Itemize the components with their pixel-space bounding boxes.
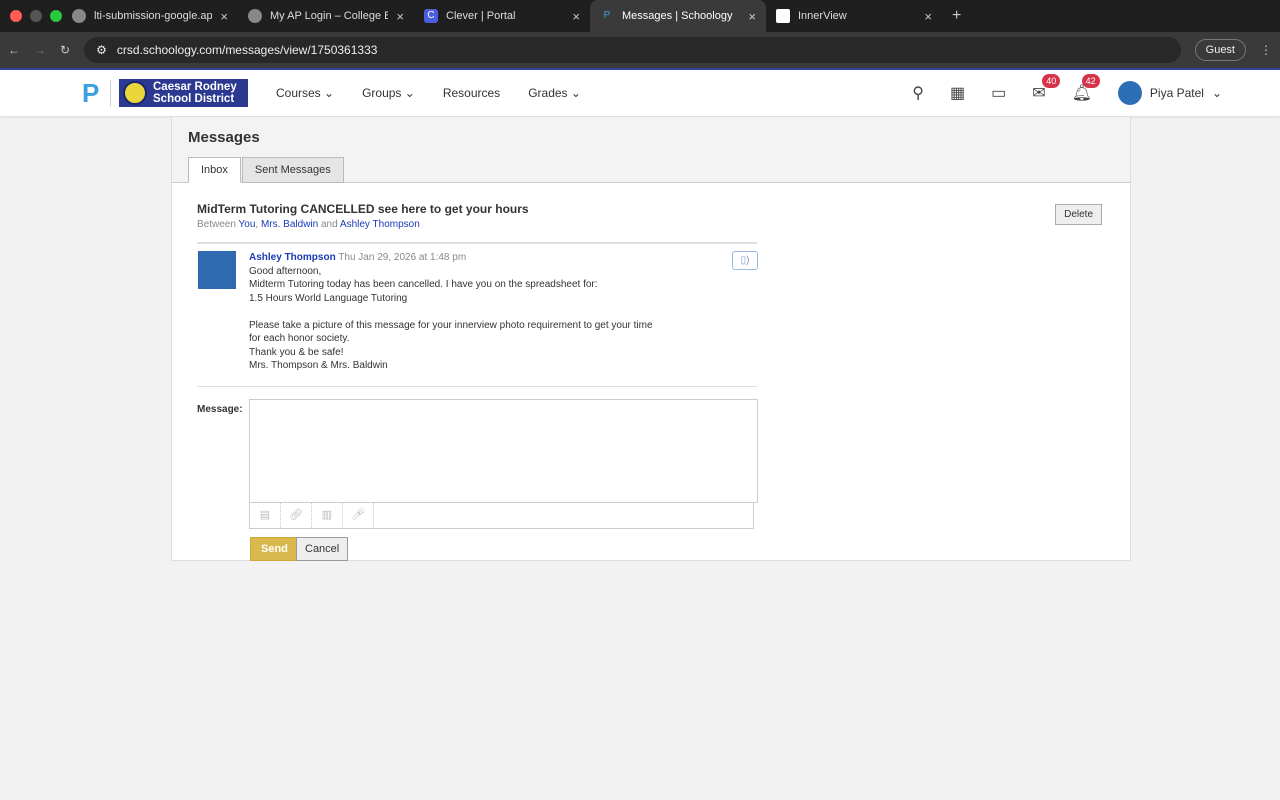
- message-body: Good afternoon, Midterm Tutoring today ha…: [249, 265, 653, 373]
- message-line: [249, 305, 653, 319]
- message-line: Thank you & be safe!: [249, 346, 344, 358]
- close-tab-icon[interactable]: ×: [748, 9, 756, 24]
- link-icon[interactable]: 🔗︎: [281, 503, 312, 528]
- forward-icon[interactable]: →: [34, 43, 46, 57]
- schoology-logo[interactable]: P: [82, 78, 104, 109]
- innerview-icon: [776, 9, 790, 23]
- top-nav: P Caesar Rodney School District Courses ⌄…: [0, 70, 1280, 116]
- divider: [110, 80, 111, 106]
- site-settings-icon[interactable]: ⚙: [96, 43, 107, 57]
- microphone-icon[interactable]: 🎤︎: [343, 503, 374, 528]
- browser-tab-bar: lti-submission-google.app.sc× My AP Logi…: [0, 0, 1280, 32]
- tab-inbox[interactable]: Inbox: [188, 157, 241, 183]
- page-title: Messages: [188, 129, 260, 146]
- back-icon[interactable]: ←: [8, 43, 20, 57]
- reload-icon[interactable]: ↻: [60, 43, 70, 57]
- new-tab-button[interactable]: +: [942, 7, 971, 25]
- sender-avatar[interactable]: [198, 251, 236, 289]
- cancel-button[interactable]: Cancel: [296, 537, 349, 561]
- message-line: Midterm Tutoring today has been cancelle…: [249, 279, 598, 290]
- message-line: Please take a picture of this message fo…: [249, 319, 653, 331]
- user-menu[interactable]: Piya Patel ⌄: [1117, 81, 1222, 105]
- nav-groups[interactable]: Groups ⌄: [362, 86, 415, 100]
- message-line: for each honor society.: [249, 333, 350, 344]
- participants: Between You, Mrs. Baldwin and Ashley Tho…: [197, 219, 420, 230]
- search-icon[interactable]: ⚲: [912, 83, 924, 103]
- messages-panel: Messages Inbox Sent Messages MidTerm Tut…: [171, 116, 1131, 561]
- profile-button[interactable]: Guest: [1194, 39, 1246, 61]
- participant-link[interactable]: Ashley Thompson: [340, 219, 420, 230]
- bell-icon[interactable]: 🔔︎ 42: [1072, 74, 1100, 103]
- district-seal-icon: [123, 81, 147, 105]
- apps-icon[interactable]: ▦: [950, 83, 965, 103]
- mail-badge: 40: [1042, 74, 1061, 88]
- globe-icon: [72, 9, 86, 23]
- globe-icon: [248, 9, 262, 23]
- participant-link[interactable]: Mrs. Baldwin: [261, 219, 318, 230]
- browser-tab-active[interactable]: P Messages | Schoology ×: [590, 0, 766, 32]
- editor-toolbar: ▤ 🔗︎ ▥ 🎤︎: [249, 502, 754, 529]
- immersive-reader-icon[interactable]: ▯): [732, 251, 758, 270]
- divider: [197, 242, 757, 244]
- message-post: Ashley Thompson Thu Jan 29, 2026 at 1:48…: [249, 252, 653, 373]
- nav-resources[interactable]: Resources: [443, 86, 500, 100]
- clever-icon: C: [424, 9, 438, 23]
- tab-sent-messages[interactable]: Sent Messages: [241, 157, 344, 183]
- nav-grades[interactable]: Grades ⌄: [528, 86, 581, 100]
- menu-icon[interactable]: ⋮: [1260, 43, 1272, 57]
- attach-file-icon[interactable]: ▤: [250, 503, 281, 528]
- sender-link[interactable]: Ashley Thompson: [249, 252, 336, 263]
- nav-courses[interactable]: Courses ⌄: [276, 86, 334, 100]
- notification-badge: 42: [1081, 74, 1100, 88]
- message-line: Good afternoon,: [249, 265, 322, 277]
- participant-link[interactable]: You: [239, 219, 256, 230]
- browser-tab[interactable]: C Clever | Portal ×: [414, 0, 590, 32]
- window-controls[interactable]: [0, 10, 62, 22]
- address-bar-row: ← → ↻ ⚙ crsd.schoology.com/messages/view/17…: [0, 32, 1280, 68]
- resource-icon[interactable]: ▥: [312, 503, 343, 528]
- message-line: Mrs. Thompson & Mrs. Baldwin: [249, 360, 388, 371]
- schoology-icon: P: [603, 10, 611, 21]
- mail-icon[interactable]: ✉ 40: [1032, 74, 1061, 103]
- close-tab-icon[interactable]: ×: [396, 9, 404, 24]
- message-input[interactable]: [249, 399, 758, 503]
- divider: [197, 386, 757, 387]
- url-bar[interactable]: ⚙ crsd.schoology.com/messages/view/175036…: [84, 37, 1181, 63]
- browser-tab[interactable]: InnerView ×: [766, 0, 942, 32]
- send-button[interactable]: Send: [250, 537, 299, 561]
- browser-tab[interactable]: My AP Login – College Board×: [238, 0, 414, 32]
- close-tab-icon[interactable]: ×: [572, 9, 580, 24]
- message-subject: MidTerm Tutoring CANCELLED see here to g…: [197, 202, 529, 216]
- close-tab-icon[interactable]: ×: [220, 9, 228, 24]
- message-line: 1.5 Hours World Language Tutoring: [249, 292, 408, 304]
- browser-tab[interactable]: lti-submission-google.app.sc×: [62, 0, 238, 32]
- calendar-icon[interactable]: ▭: [991, 83, 1006, 103]
- message-label: Message:: [197, 404, 243, 415]
- close-tab-icon[interactable]: ×: [924, 9, 932, 24]
- avatar: [1117, 81, 1142, 105]
- district-logo[interactable]: Caesar Rodney School District: [119, 79, 248, 107]
- delete-button[interactable]: Delete: [1055, 204, 1102, 225]
